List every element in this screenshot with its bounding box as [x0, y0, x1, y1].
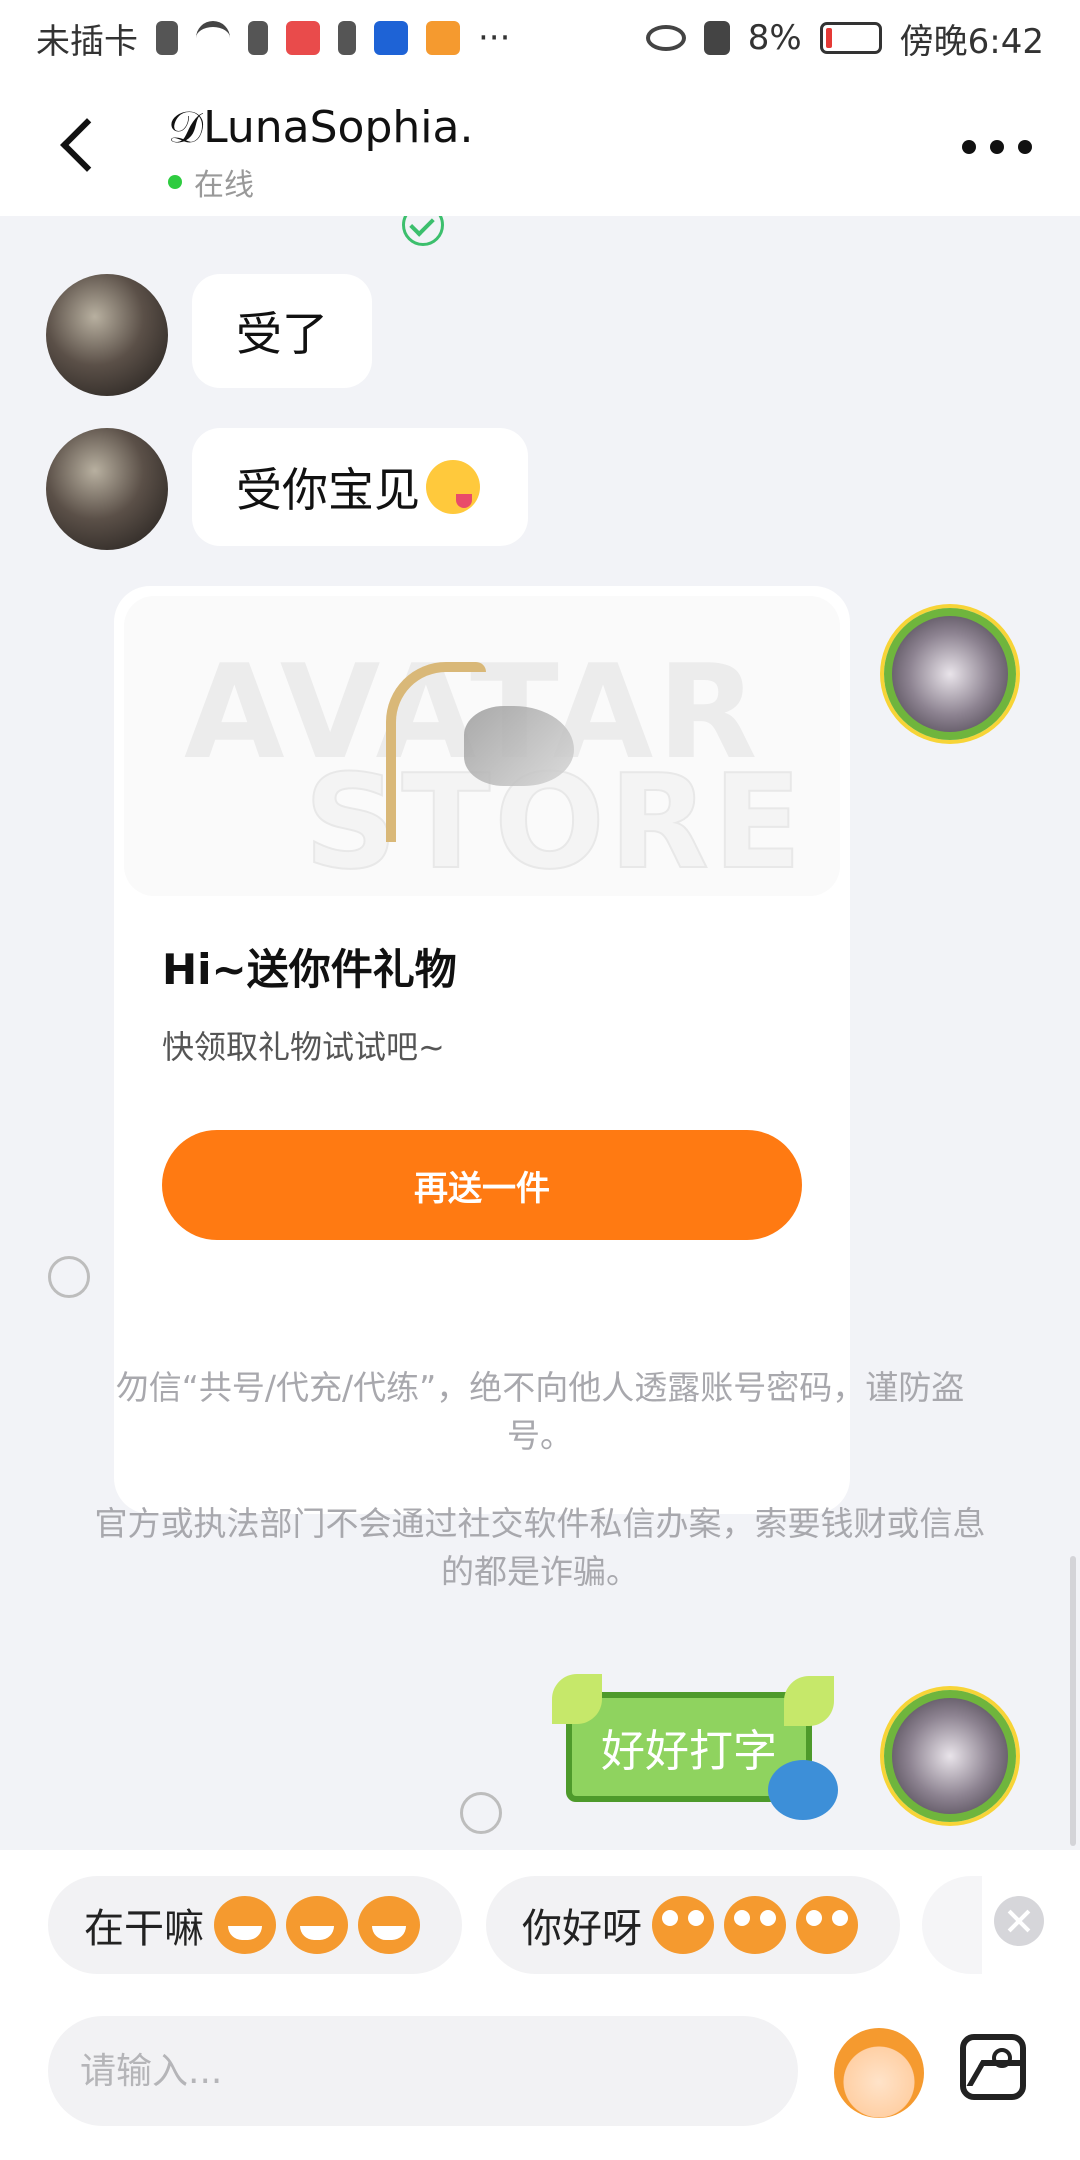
- bulb-app-icon: [374, 21, 408, 55]
- chat-header: 𝒟LunaSophia. 在线: [0, 76, 1080, 216]
- send-another-gift-button[interactable]: 再送一件: [162, 1130, 802, 1240]
- grin-emoji-icon: [214, 1896, 276, 1954]
- online-status-label: 在线: [194, 168, 254, 203]
- message-text: 受你宝见: [236, 463, 420, 517]
- online-dot-icon: [168, 175, 182, 189]
- battery-icon: [819, 22, 882, 54]
- eye-icon: [645, 25, 686, 51]
- gift-subtitle: 快领取礼物试试吧~: [162, 1028, 445, 1066]
- safety-notice: 勿信“共号/代充/代练”，绝不向他人透露账号密码，谨防盗号。: [115, 1368, 965, 1455]
- back-button[interactable]: [50, 112, 110, 182]
- grin-emoji-icon: [358, 1896, 420, 1954]
- image-picker-icon[interactable]: [960, 2034, 1026, 2100]
- status-bar: 未插卡 ··· 8% 傍晚6:42: [0, 0, 1080, 76]
- carrier-label: 未插卡: [36, 21, 138, 62]
- quick-reply-chip-partial[interactable]: [922, 1876, 982, 1974]
- select-circle[interactable]: [48, 1256, 90, 1298]
- gift-image: AVATAR STORE: [124, 596, 840, 896]
- dot-icon: [1018, 140, 1032, 154]
- yum-emoji-icon: [426, 460, 480, 514]
- clock: 傍晚6:42: [899, 21, 1044, 62]
- bird-icon: [768, 1760, 838, 1820]
- my-avatar[interactable]: [884, 608, 1016, 740]
- select-circle[interactable]: [460, 1792, 502, 1834]
- wide-eye-emoji-icon: [652, 1896, 714, 1954]
- wifi-icon: [196, 21, 230, 55]
- sticker-text: 好好打字: [601, 1726, 777, 1777]
- quick-reply-chip[interactable]: 在干嘛: [48, 1876, 462, 1974]
- dot-icon: [990, 140, 1004, 154]
- my-avatar[interactable]: [884, 1690, 1016, 1822]
- video-app-icon: [426, 21, 460, 55]
- wide-eye-emoji-icon: [796, 1896, 858, 1954]
- wide-eye-emoji-icon: [724, 1896, 786, 1954]
- message-bubble[interactable]: 受你宝见: [192, 428, 528, 546]
- contact-avatar[interactable]: [46, 274, 168, 396]
- nfc-icon: [703, 21, 730, 55]
- message-input[interactable]: [48, 2016, 798, 2126]
- hourglass-icon: [248, 21, 268, 55]
- battery-percent: 8%: [747, 18, 802, 58]
- grin-emoji-icon: [286, 1896, 348, 1954]
- input-bar: [0, 1992, 1080, 2160]
- scrollbar[interactable]: [1070, 1556, 1076, 1846]
- gift-title: Hi~送你件礼物: [162, 945, 457, 994]
- sim-icon: [156, 21, 178, 55]
- more-notifications-icon: ···: [478, 18, 511, 58]
- contact-avatar[interactable]: [46, 428, 168, 550]
- more-options-button[interactable]: [962, 130, 1032, 164]
- quick-reply-text: 在干嘛: [84, 1906, 204, 1952]
- quick-reply-text: 你好呀: [522, 1906, 642, 1952]
- check-icon: [402, 216, 444, 246]
- dot-icon: [962, 140, 976, 154]
- online-status: 在线: [168, 160, 254, 204]
- quick-reply-chip[interactable]: 你好呀: [486, 1876, 900, 1974]
- message-text: 受了: [236, 307, 328, 361]
- chat-area[interactable]: 受了 受你宝见 AVATAR STORE Hi~送你件礼物 快领取礼物试试吧~ …: [0, 216, 1080, 1850]
- leaf-icon: [552, 1674, 602, 1724]
- quick-replies-bar: 在干嘛 你好呀: [0, 1850, 1080, 1992]
- message-bubble[interactable]: 受了: [192, 274, 372, 388]
- contact-name[interactable]: 𝒟LunaSophia.: [168, 102, 473, 153]
- app-notification-icon: [286, 21, 320, 55]
- fraud-notice: 官方或执法部门不会通过社交软件私信办案，索要钱财或信息的都是诈骗。: [94, 1504, 986, 1591]
- emoji-button[interactable]: [834, 2028, 924, 2118]
- leaf-icon: [784, 1676, 834, 1726]
- close-quick-replies-icon[interactable]: [994, 1896, 1044, 1946]
- battery-saver-icon: [338, 21, 356, 55]
